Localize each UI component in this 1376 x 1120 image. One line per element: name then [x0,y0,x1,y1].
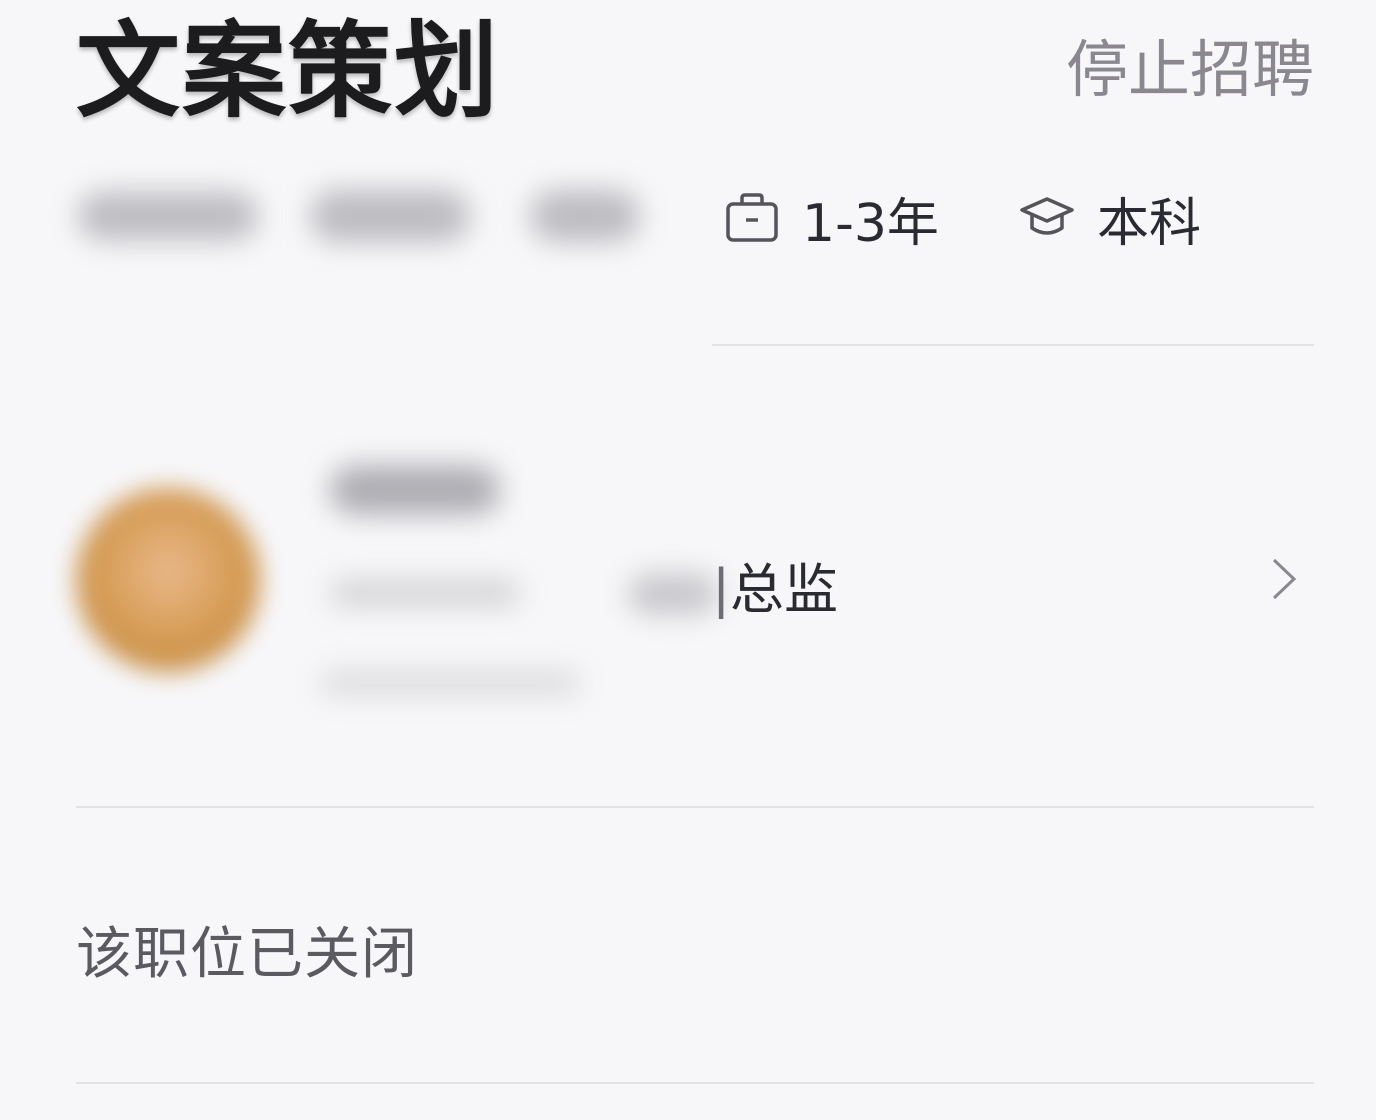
redacted-recruiter-name [330,466,500,514]
job-requirements: 1-3年 本科 [724,186,1201,254]
divider [76,806,1314,808]
education-label: 本科 [1096,193,1201,254]
redacted-recruiter-detail [320,670,580,696]
stop-recruiting-button[interactable]: 停止招聘 [1066,35,1314,104]
briefcase-icon [726,193,778,242]
job-detail-page: 文案策划 停止招聘 1-3年 本科 |总监 该职位已关闭 [0,0,1376,1120]
recruiter-title-suffix: 总监 [730,558,838,621]
chevron-right-icon[interactable] [1270,556,1298,602]
redacted-recruiter-company [330,580,520,606]
avatar [76,488,260,672]
redacted-tag [78,192,258,240]
education-requirement: 本科 [1019,181,1201,256]
redacted-tag [310,190,470,242]
graduation-cap-icon [1020,197,1074,235]
divider [76,1082,1314,1084]
experience-requirement: 1-3年 [724,181,939,256]
experience-label: 1-3年 [802,193,939,254]
redacted-recruiter-title [628,574,718,614]
job-title: 文案策划 [76,10,501,132]
redacted-tag [530,190,640,242]
divider [712,344,1314,346]
recruiter-title: |总监 [712,558,838,621]
position-closed-message: 该职位已关闭 [76,922,418,987]
